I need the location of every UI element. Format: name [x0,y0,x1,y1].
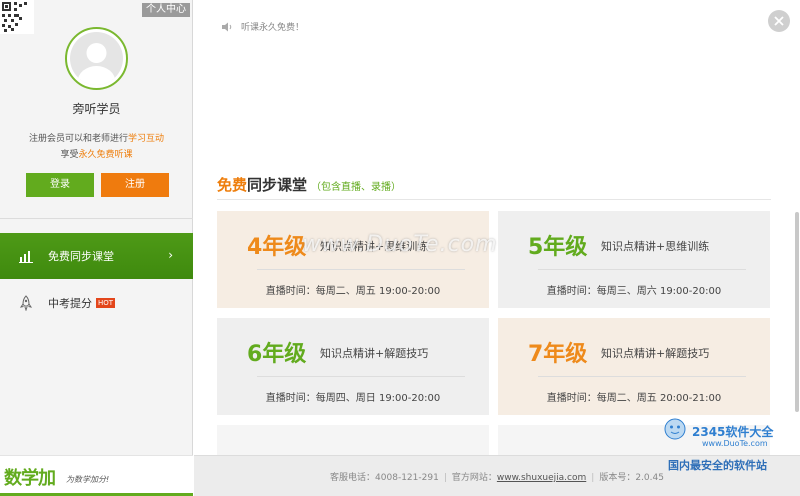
card-grade: 7年级 [528,342,588,367]
register-hint-line2: 享受永久免费听课 [60,150,133,160]
username: 旁听学员 [72,102,121,116]
hot-badge: HOT [96,298,116,308]
register-button[interactable]: 注册 [101,173,169,197]
rocket-icon [18,295,34,311]
brand-logo: 数学加 [4,468,56,489]
close-button[interactable] [768,10,790,32]
brand-area: 数学加 为数学加分! [0,455,193,496]
sidebar-item-exam-boost[interactable]: 中考提分 HOT [0,280,193,326]
speaker-icon [222,22,232,31]
brand-slogan: 为数学加分! [66,475,110,484]
card-grade: 5年级 [528,235,588,260]
card-title: 知识点精讲+思维训练 [320,240,429,253]
card-title: 知识点精讲+解题技巧 [601,347,710,360]
card-time: 直播时间：每周四、周日 19:00-20:00 [265,393,441,404]
footer-website-link[interactable]: www.shuxuejia.com [497,473,586,483]
course-card-grade6[interactable]: 6年级 知识点精讲+解题技巧 直播时间：每周四、周日 19:00-20:00 [217,318,489,415]
course-card-partial-right[interactable] [498,425,770,455]
footer-phone: 客服电话：4008-121-291 [330,473,439,483]
register-hint-line1: 注册会员可以和老师进行学习互动 [28,134,165,144]
course-card-grade5[interactable]: 5年级 知识点精讲+思维训练 直播时间：每周三、周六 19:00-20:00 [498,211,770,308]
card-grade: 4年级 [247,235,307,260]
card-time: 直播时间：每周三、周六 19:00-20:00 [546,286,722,297]
sidebar-item-free-sync-class[interactable]: 免费同步课堂 › [0,233,193,279]
section-subtitle: （包含直播、录播） [311,182,402,193]
scrollbar[interactable] [795,212,799,412]
sidebar-item-label: 免费同步课堂 [48,250,114,263]
card-title: 知识点精讲+思维训练 [601,240,710,253]
course-card-grade7[interactable]: 7年级 知识点精讲+解题技巧 直播时间：每周二、周五 20:00-21:00 [498,318,770,415]
section-title: 免费同步课堂 （包含直播、录播） [217,176,402,194]
course-card-grade4[interactable]: 4年级 知识点精讲+思维训练 直播时间：每周二、周五 19:00-20:00 [217,211,489,308]
card-time: 直播时间：每周二、周五 20:00-21:00 [546,393,722,404]
highlight-free: 永久免费听课 [78,150,133,160]
user-silhouette-icon [77,43,116,85]
card-time: 直播时间：每周二、周五 19:00-20:00 [265,286,441,297]
personal-center-link[interactable]: 个人中心 [142,3,190,17]
chart-icon [18,248,34,264]
card-title: 知识点精讲+解题技巧 [320,347,429,360]
footer: 客服电话：4008-121-291 | 官方网站：www.shuxuejia.com… [194,455,800,496]
avatar[interactable] [65,27,128,90]
sidebar-item-label: 中考提分 [48,297,92,310]
footer-version: 版本号：2.0.45 [599,473,664,483]
notice-bar: 听课永久免费！ [221,20,304,33]
sidebar: 个人中心 旁听学员 注册会员可以和老师进行学习互动 享受永久免费听课 登录 注册… [0,0,193,496]
section-divider [217,199,771,200]
close-icon [774,16,784,26]
chevron-right-icon: › [168,248,173,262]
main-panel: 听课永久免费！ 免费同步课堂 （包含直播、录播） 4年级 知识点精讲+思维训练 直… [194,0,800,496]
sidebar-divider [0,218,193,219]
highlight-interact: 学习互动 [128,134,165,144]
course-card-partial-left[interactable] [217,425,489,455]
card-grade: 6年级 [247,342,307,367]
qr-code-icon[interactable] [0,0,34,34]
login-button[interactable]: 登录 [26,173,94,197]
footer-website-label: 官方网站： [451,473,497,483]
notice-text: 听课永久免费！ [241,23,305,33]
